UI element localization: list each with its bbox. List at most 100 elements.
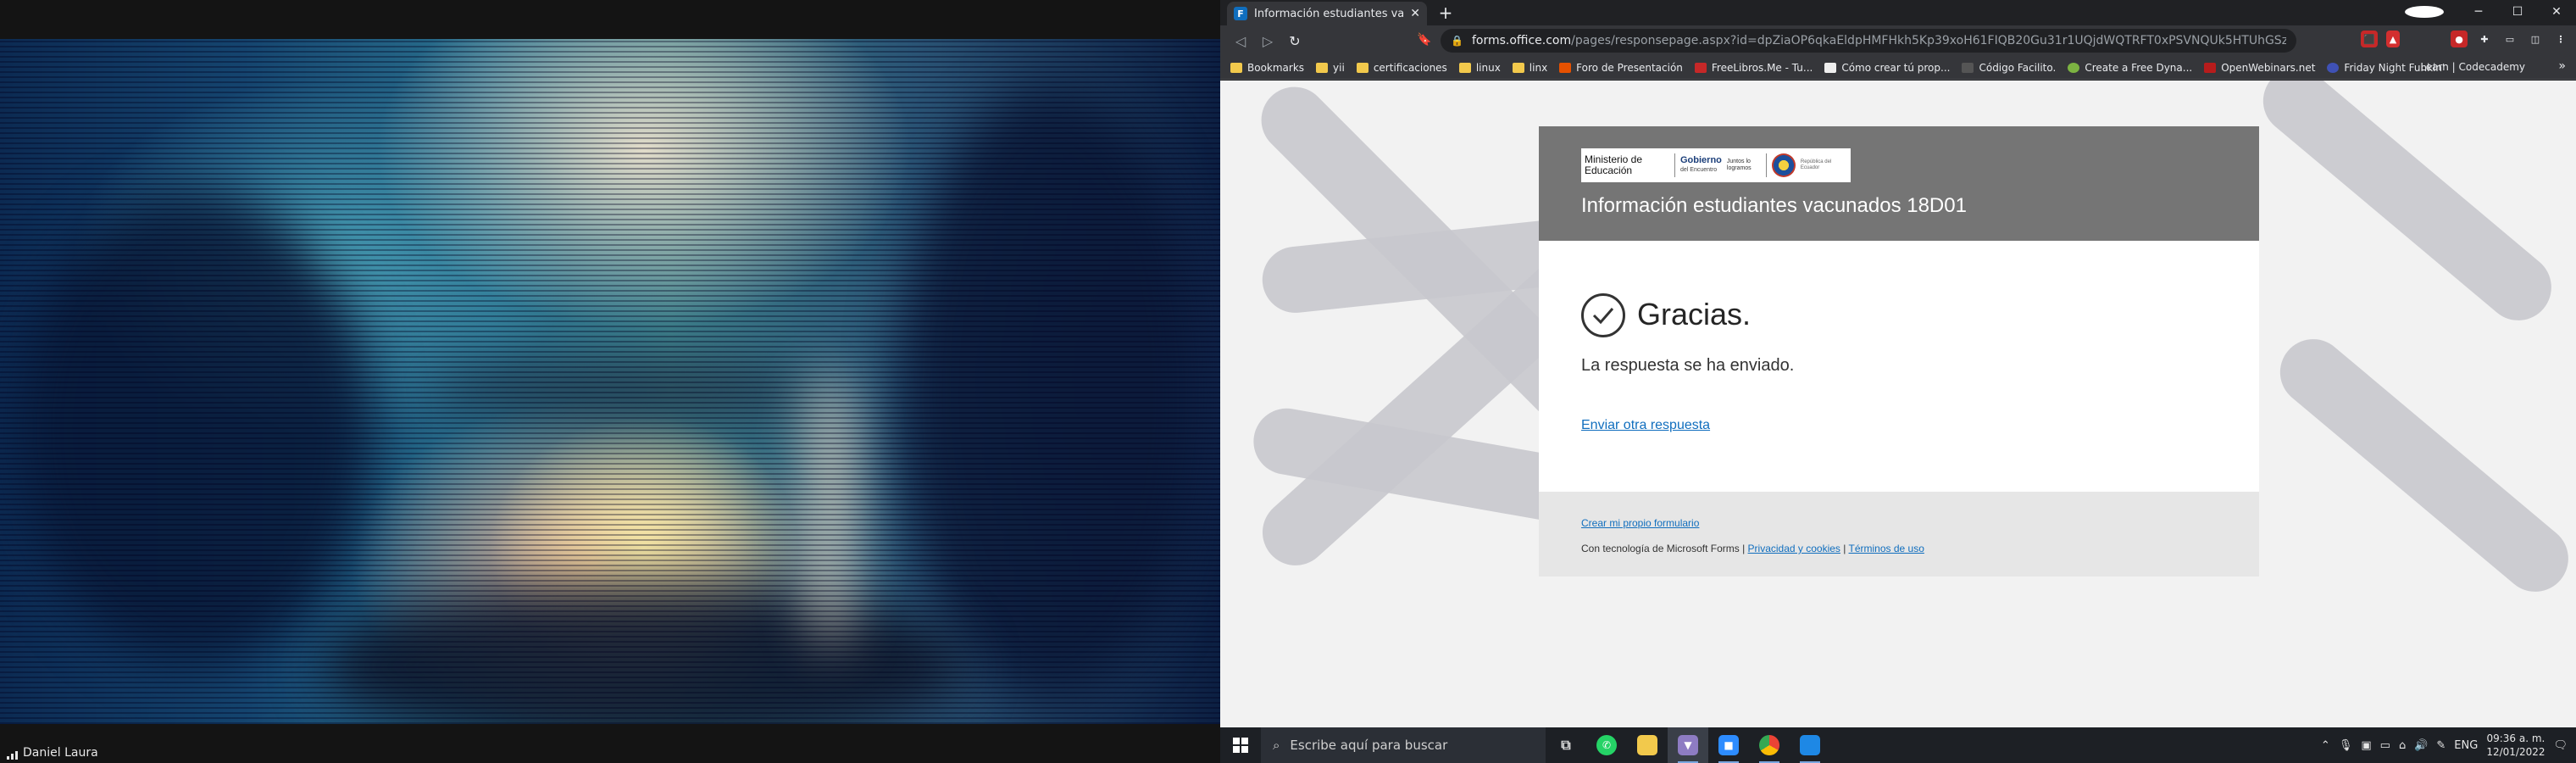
windows-logo-icon — [1233, 738, 1248, 753]
window-controls: ─ ☐ ✕ — [2405, 0, 2576, 24]
participant-video-feed[interactable] — [0, 39, 1220, 724]
site-icon — [2204, 62, 2217, 73]
whatsapp-taskbar-icon[interactable]: ✆ — [1586, 727, 1627, 763]
response-sent-message: La respuesta se ha enviado. — [1581, 356, 1795, 375]
bookmark-item[interactable]: FreeLibros.Me - Tu... — [1694, 62, 1813, 74]
site-icon — [1694, 62, 1707, 73]
recorder-extension-icon[interactable]: ● — [2451, 31, 2468, 47]
close-tab-icon[interactable]: ✕ — [1410, 7, 1420, 20]
extensions-puzzle-icon[interactable]: ✚ — [2476, 31, 2493, 47]
system-tray: ⌃ 🎙 ▣ ▭ ⌂ 🔊 ✎ ENG 09:36 a. m. 12/01/2022… — [2321, 727, 2576, 763]
warning-extension-icon[interactable]: ▲ — [2386, 31, 2400, 47]
checkmark-icon — [1581, 293, 1625, 337]
search-icon: ⌕ — [1273, 738, 1280, 753]
background-decoration — [2266, 326, 2576, 605]
bookmark-item[interactable]: linux — [1458, 62, 1501, 74]
new-tab-button[interactable]: + — [1435, 3, 1456, 24]
forms-favicon-icon: F — [1234, 7, 1247, 20]
browser-window: F Información estudiantes vacunad ✕ + ─ … — [1220, 0, 2576, 727]
network-icon[interactable]: ⌂ — [2399, 739, 2406, 752]
browser-toolbar: ◁ ▷ ↻ 🔖 🔒 forms.office.com/pages/respons… — [1220, 25, 2576, 56]
show-hidden-icons-icon[interactable]: ⌃ — [2321, 739, 2330, 752]
bookmark-item[interactable]: yii — [1316, 62, 1345, 74]
submit-another-link[interactable]: Enviar otra respuesta — [1581, 418, 1710, 433]
app-taskbar-icon[interactable]: ▼ — [1668, 727, 1708, 763]
menu-kebab-icon[interactable]: ⋮ — [2552, 31, 2569, 47]
thanks-heading: Gracias. — [1637, 297, 1752, 331]
lock-icon[interactable]: 🔒 — [1451, 35, 1463, 47]
folder-icon — [1316, 62, 1329, 73]
close-window-button[interactable]: ✕ — [2537, 5, 2576, 19]
bookmark-page-icon[interactable]: 🔖 — [1417, 33, 1431, 47]
chrome-taskbar-icon[interactable] — [1749, 727, 1790, 763]
bookmark-item[interactable]: Create a Free Dyna... — [2068, 62, 2192, 74]
screen: Daniel Laura F Información estudiantes v… — [0, 0, 2576, 763]
bookmark-item[interactable]: linx — [1512, 62, 1547, 74]
windows-taskbar: ⌕ Escribe aquí para buscar ⧉ ✆ ▼ ■ ⌃ 🎙 ▣… — [1220, 727, 2576, 763]
ministerio-logo: Ministerio de Educación Gobierno del Encu… — [1581, 148, 1851, 182]
maximize-button[interactable]: ☐ — [2498, 5, 2537, 19]
profile-icon[interactable] — [2405, 6, 2444, 18]
folder-icon — [1512, 62, 1524, 73]
privacy-link[interactable]: Privacidad y cookies — [1748, 543, 1840, 554]
start-button[interactable] — [1220, 727, 1261, 763]
form-confirmation: Gracias. La respuesta se ha enviado. Env… — [1539, 241, 2259, 492]
bookmark-item[interactable]: Cómo crear tú prop... — [1824, 62, 1950, 74]
site-icon — [2068, 62, 2080, 73]
address-bar[interactable]: 🔒 forms.office.com/pages/responsepage.as… — [1441, 29, 2296, 53]
powered-by-text: Con tecnología de Microsoft Forms | Priv… — [1581, 543, 1924, 554]
bookmark-item[interactable]: Bookmarks — [1230, 62, 1304, 74]
forms-response-page: Ministerio de Educación Gobierno del Encu… — [1220, 81, 2576, 727]
task-view-button[interactable]: ⧉ — [1546, 727, 1586, 763]
bookmark-item[interactable]: Código Facilito. — [1962, 62, 2056, 74]
video-top-bar — [0, 0, 1220, 39]
minimize-button[interactable]: ─ — [2459, 5, 2498, 19]
forward-button[interactable]: ▷ — [1254, 33, 1281, 49]
battery-icon[interactable]: ▭ — [2380, 739, 2390, 752]
folder-icon — [1356, 62, 1368, 73]
ecuador-seal-icon — [1771, 153, 1796, 177]
bookmark-item-codecademy[interactable]: Learn | Codecademy — [2420, 61, 2525, 73]
tab-forms[interactable]: F Información estudiantes vacunad ✕ — [1227, 2, 1427, 25]
media-icon[interactable]: ▭ — [2501, 31, 2518, 47]
volume-icon[interactable]: 🔊 — [2414, 739, 2428, 752]
clock[interactable]: 09:36 a. m. 12/01/2022 — [2486, 732, 2545, 759]
language-indicator[interactable]: ENG — [2454, 739, 2478, 752]
bookmark-item[interactable]: Foro de Presentación — [1559, 62, 1683, 74]
clock-time: 09:36 a. m. — [2486, 732, 2545, 744]
form-title: Información estudiantes vacunados 18D01 — [1581, 194, 1967, 217]
bookmark-item[interactable]: OpenWebinars.net — [2204, 62, 2315, 74]
extensions-area: ⬛ ▲ ● ✚ ▭ ◫ ⋮ — [2361, 31, 2569, 47]
video-call-pane: Daniel Laura — [0, 0, 1220, 763]
logo-ministerio-text: Ministerio de Educación — [1585, 153, 1643, 176]
notifications-icon[interactable]: 🗨 — [2553, 739, 2568, 752]
terms-link[interactable]: Términos de uso — [1849, 543, 1924, 554]
bookmarks-overflow-icon[interactable]: » — [2558, 59, 2566, 73]
tray-app-icon[interactable]: ▣ — [2361, 739, 2371, 752]
photos-taskbar-icon[interactable] — [1790, 727, 1830, 763]
zoom-taskbar-icon[interactable]: ■ — [1708, 727, 1749, 763]
tab-title: Información estudiantes vacunad — [1254, 7, 1404, 20]
site-icon — [1559, 62, 1572, 73]
logo-gobierno: Gobierno del Encuentro — [1680, 155, 1722, 174]
pen-icon[interactable]: ✎ — [2436, 739, 2446, 752]
back-button[interactable]: ◁ — [1227, 33, 1254, 49]
pdf-extension-icon[interactable]: ⬛ — [2361, 31, 2378, 47]
bookmark-item[interactable]: certificaciones — [1356, 62, 1447, 74]
folder-icon — [1230, 62, 1242, 73]
participant-label: Daniel Laura — [7, 746, 98, 760]
url-text[interactable]: forms.office.com/pages/responsepage.aspx… — [1472, 34, 2286, 47]
microphone-icon[interactable]: 🎙 — [2339, 739, 2353, 752]
search-placeholder: Escribe aquí para buscar — [1290, 738, 1448, 753]
create-own-form-link[interactable]: Crear mi propio formulario — [1581, 517, 1699, 529]
connection-signal-icon — [7, 749, 18, 760]
sidepanel-icon[interactable]: ◫ — [2527, 31, 2544, 47]
background-decoration — [2249, 81, 2565, 334]
clock-date: 12/01/2022 — [2486, 746, 2545, 758]
reload-button[interactable]: ↻ — [1281, 33, 1308, 49]
logo-republica: República del Ecuador — [1800, 159, 1832, 170]
site-icon — [1962, 62, 1974, 73]
taskbar-search[interactable]: ⌕ Escribe aquí para buscar — [1261, 727, 1546, 763]
file-explorer-taskbar-icon[interactable] — [1627, 727, 1668, 763]
tab-strip: F Información estudiantes vacunad ✕ + ─ … — [1220, 0, 2576, 25]
